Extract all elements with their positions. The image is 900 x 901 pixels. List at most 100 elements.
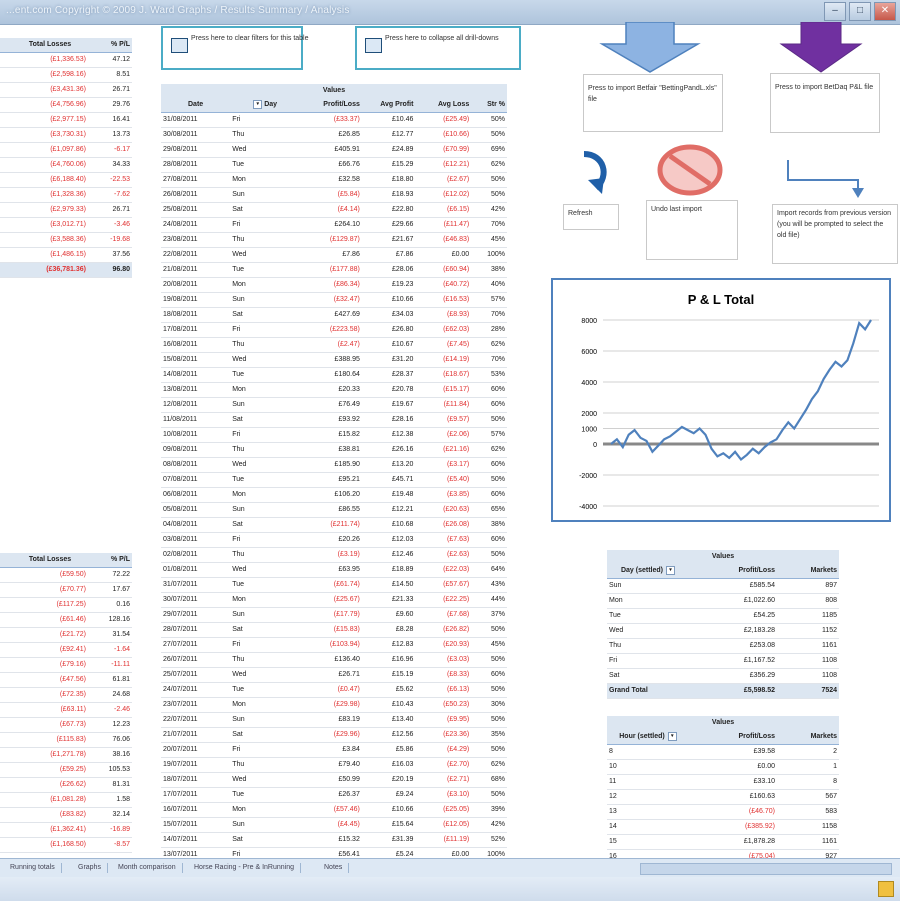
horizontal-scrollbar[interactable] xyxy=(640,863,892,875)
table-row[interactable]: 18/08/2011 Sat £427.69 £34.03 (£8.93) 70% xyxy=(161,307,507,323)
strike-rate-cell: 50% xyxy=(471,787,507,803)
import-betfair-arrow-icon[interactable] xyxy=(598,22,702,74)
cut-cell xyxy=(0,612,12,628)
table-row[interactable]: 27/07/2011 Fri (£103.94) £12.83 (£20.93) 45% xyxy=(161,637,507,653)
table-row[interactable]: 03/08/2011 Fri £20.26 £12.03 (£7.63) 60% xyxy=(161,532,507,548)
sheet-tab-graphs[interactable]: Graphs xyxy=(72,863,108,873)
import-old-note[interactable]: Import records from previous version (yo… xyxy=(772,204,898,264)
table-row[interactable]: 30/08/2011 Thu £26.85 £12.77 (£10.66) 50% xyxy=(161,127,507,143)
refresh-icon[interactable] xyxy=(574,150,614,198)
avg-profit-cell: £31.39 xyxy=(361,832,416,848)
day-cell: Fri xyxy=(230,217,298,233)
sheet-tab-month-comparison[interactable]: Month comparison xyxy=(112,863,183,873)
avg-loss-cell: (£5.40) xyxy=(415,472,472,488)
avg-profit-cell: £18.80 xyxy=(361,172,416,188)
table-row[interactable]: 30/07/2011 Mon (£25.67) £21.33 (£22.25) 44% xyxy=(161,592,507,608)
table-row[interactable]: 26/08/2011 Sun (£5.84) £18.93 (£12.02) 50% xyxy=(161,187,507,203)
profit-loss-cell: £83.19 xyxy=(297,712,362,728)
table-row[interactable]: 25/07/2011 Wed £26.71 £15.19 (£8.33) 60% xyxy=(161,667,507,683)
strike-rate-cell: 40% xyxy=(471,277,507,293)
hour-settled-header[interactable]: Hour (settled) ▾ xyxy=(607,730,689,745)
label-cell: 8 xyxy=(607,744,689,760)
date-cell: 14/08/2011 xyxy=(161,367,231,383)
cut-cell xyxy=(0,597,12,613)
table-row[interactable]: 21/08/2011 Tue (£177.88) £28.06 (£60.94) 38% xyxy=(161,262,507,278)
cut-cell xyxy=(0,747,12,763)
table-row[interactable]: 20/07/2011 Fri £3.84 £5.86 (£4.29) 50% xyxy=(161,742,507,758)
day-header[interactable]: ▾ Day xyxy=(230,98,298,113)
table-row[interactable]: 06/08/2011 Mon £106.20 £19.48 (£3.85) 60% xyxy=(161,487,507,503)
table-row[interactable]: 16/07/2011 Mon (£57.46) £10.66 (£25.05) 39% xyxy=(161,802,507,818)
table-row[interactable]: 29/08/2011 Wed £405.91 £24.89 (£70.99) 69% xyxy=(161,142,507,158)
minimize-button[interactable]: – xyxy=(824,2,846,21)
profit-loss-cell: (£15.83) xyxy=(297,622,362,638)
strike-rate-cell: 50% xyxy=(471,172,507,188)
table-row[interactable]: 21/07/2011 Sat (£29.96) £12.56 (£23.36) 35% xyxy=(161,727,507,743)
table-row[interactable]: 24/08/2011 Fri £264.10 £29.66 (£11.47) 70% xyxy=(161,217,507,233)
table-row[interactable]: 28/07/2011 Sat (£15.83) £8.28 (£26.82) 50% xyxy=(161,622,507,638)
sheet-tab-notes[interactable]: Notes xyxy=(318,863,350,873)
table-row[interactable]: 29/07/2011 Sun (£17.79) £9.60 (£7.68) 37% xyxy=(161,607,507,623)
sheet-tab-running-totals[interactable]: Running totals xyxy=(4,863,62,873)
table-row[interactable]: 19/07/2011 Thu £79.40 £16.03 (£2.70) 62% xyxy=(161,757,507,773)
table-row: (£4,760.06) 34.33 xyxy=(0,157,132,173)
pct-pl-header: % P/L xyxy=(88,553,132,568)
avg-loss-cell: (£7.45) xyxy=(415,337,472,353)
table-row[interactable]: 15/08/2011 Wed £388.95 £31.20 (£14.19) 70% xyxy=(161,352,507,368)
table-row[interactable]: 22/07/2011 Sun £83.19 £13.40 (£9.95) 50% xyxy=(161,712,507,728)
table-row[interactable]: 25/08/2011 Sat (£4.14) £22.80 (£6.15) 42% xyxy=(161,202,507,218)
filter-dropdown-icon[interactable]: ▾ xyxy=(666,565,675,575)
table-row[interactable]: 13/08/2011 Mon £20.33 £20.78 (£15.17) 60% xyxy=(161,382,507,398)
avg-loss-cell: (£25.49) xyxy=(415,112,472,128)
table-row[interactable]: 19/08/2011 Sun (£32.47) £10.66 (£16.53) 57% xyxy=(161,292,507,308)
table-row[interactable]: 14/08/2011 Tue £180.64 £28.37 (£18.67) 53% xyxy=(161,367,507,383)
table-row[interactable]: 12/08/2011 Sun £76.49 £19.67 (£11.84) 60% xyxy=(161,397,507,413)
table-row[interactable]: 16/08/2011 Thu (£2.47) £10.67 (£7.45) 62% xyxy=(161,337,507,353)
table-row[interactable]: 23/08/2011 Thu (£129.87) £21.67 (£46.83) 45% xyxy=(161,232,507,248)
maximize-button[interactable]: □ xyxy=(849,2,871,21)
table-row[interactable]: 08/08/2011 Wed £185.90 £13.20 (£3.17) 60% xyxy=(161,457,507,473)
label-cell: 13 xyxy=(607,804,689,820)
close-button[interactable]: ✕ xyxy=(874,2,896,21)
table-row[interactable]: 10/08/2011 Fri £15.82 £12.38 (£2.06) 57% xyxy=(161,427,507,443)
table-row[interactable]: 31/07/2011 Tue (£61.74) £14.50 (£57.67) 43% xyxy=(161,577,507,593)
avg-profit-cell: £20.78 xyxy=(361,382,416,398)
undo-import-note[interactable]: Undo last import xyxy=(646,200,738,260)
refresh-note[interactable]: Refresh xyxy=(563,204,619,230)
date-cell: 30/08/2011 xyxy=(161,127,231,143)
cut-cell xyxy=(0,657,12,673)
table-row[interactable]: 04/08/2011 Sat (£211.74) £10.68 (£26.08) 38% xyxy=(161,517,507,533)
table-row[interactable]: 15/07/2011 Sun (£4.45) £15.64 (£12.05) 42% xyxy=(161,817,507,833)
undo-import-icon[interactable] xyxy=(656,144,724,196)
table-row[interactable]: 11/08/2011 Sat £93.92 £28.16 (£9.57) 50% xyxy=(161,412,507,428)
filter-dropdown-icon[interactable]: ▾ xyxy=(667,731,677,741)
table-row[interactable]: 02/08/2011 Thu (£3.19) £12.46 (£2.63) 50% xyxy=(161,547,507,563)
import-betdaq-arrow-icon[interactable] xyxy=(779,22,863,74)
import-betfair-note[interactable]: Press to import Betfair "BettingPandL.xl… xyxy=(583,74,723,132)
table-row[interactable]: 27/08/2011 Mon £32.58 £18.80 (£2.67) 50% xyxy=(161,172,507,188)
table-row[interactable]: 14/07/2011 Sat £15.32 £31.39 (£11.19) 52% xyxy=(161,832,507,848)
clear-filters-button[interactable]: Press here to clear filters for this tab… xyxy=(161,26,309,70)
table-row[interactable]: 31/08/2011 Fri (£33.37) £10.46 (£25.49) 50% xyxy=(161,112,507,128)
table-row[interactable]: 17/08/2011 Fri (£223.58) £26.80 (£62.03) 28% xyxy=(161,322,507,338)
table-row[interactable]: 18/07/2011 Wed £50.99 £20.19 (£2.71) 68% xyxy=(161,772,507,788)
day-settled-header[interactable]: Day (settled) ▾ xyxy=(607,564,689,579)
table-row[interactable]: 09/08/2011 Thu £38.81 £26.16 (£21.16) 62% xyxy=(161,442,507,458)
table-row[interactable]: 20/08/2011 Mon (£86.34) £19.23 (£40.72) 40% xyxy=(161,277,507,293)
pl-chart-svg: P & L Total 8000 6000 4000 2000 1000 0 -2000 -40… xyxy=(579,292,879,511)
filter-dropdown-icon[interactable]: ▾ xyxy=(253,99,263,109)
values-caption: Values xyxy=(161,84,507,98)
import-betdaq-note[interactable]: Press to import BetDaq P&L file xyxy=(770,73,880,133)
collapse-drilldowns-button[interactable]: Press here to collapse all drill-downs xyxy=(355,26,521,70)
table-row[interactable]: 17/07/2011 Tue £26.37 £9.24 (£3.10) 50% xyxy=(161,787,507,803)
table-row[interactable]: 01/08/2011 Wed £63.95 £18.89 (£22.03) 64% xyxy=(161,562,507,578)
table-row[interactable]: 28/08/2011 Tue £66.76 £15.29 (£12.21) 62% xyxy=(161,157,507,173)
table-row[interactable]: 24/07/2011 Tue (£0.47) £5.62 (£6.13) 50% xyxy=(161,682,507,698)
table-row[interactable]: 07/08/2011 Tue £95.21 £45.71 (£5.40) 50% xyxy=(161,472,507,488)
import-old-arrow-icon[interactable] xyxy=(782,158,874,200)
table-row[interactable]: 22/08/2011 Wed £7.86 £7.86 £0.00 100% xyxy=(161,247,507,263)
table-row[interactable]: 23/07/2011 Mon (£29.98) £10.43 (£50.23) 30% xyxy=(161,697,507,713)
table-row[interactable]: 26/07/2011 Thu £136.40 £16.96 (£3.03) 50% xyxy=(161,652,507,668)
table-row[interactable]: 05/08/2011 Sun £86.55 £12.21 (£20.63) 65% xyxy=(161,502,507,518)
sheet-tab-horse-racing[interactable]: Horse Racing - Pre & InRunning xyxy=(188,863,301,873)
